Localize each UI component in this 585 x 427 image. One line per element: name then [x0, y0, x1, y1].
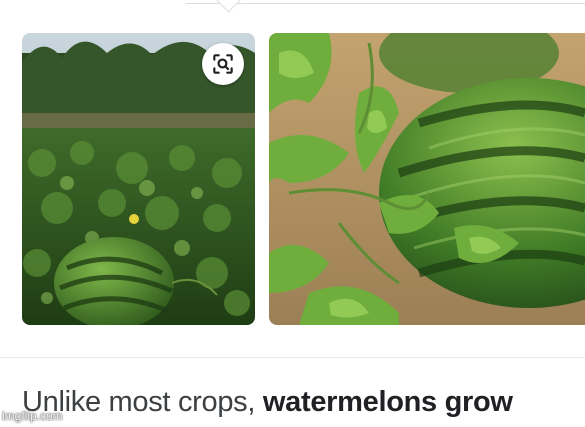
popup-top-border: [186, 0, 585, 4]
popup-pointer: [216, 0, 241, 13]
lens-search-button[interactable]: [202, 43, 244, 85]
snippet-bold-text: watermelons grow: [262, 386, 513, 418]
watermelon-closeup-illustration: [269, 33, 585, 325]
watermark: imgflip.com: [2, 409, 63, 423]
result-snippet: Unlike most crops, watermelons grow: [22, 386, 513, 419]
watermelon-closeup-image[interactable]: [269, 33, 585, 325]
section-divider: [0, 357, 585, 358]
lens-search-icon: [213, 54, 233, 74]
